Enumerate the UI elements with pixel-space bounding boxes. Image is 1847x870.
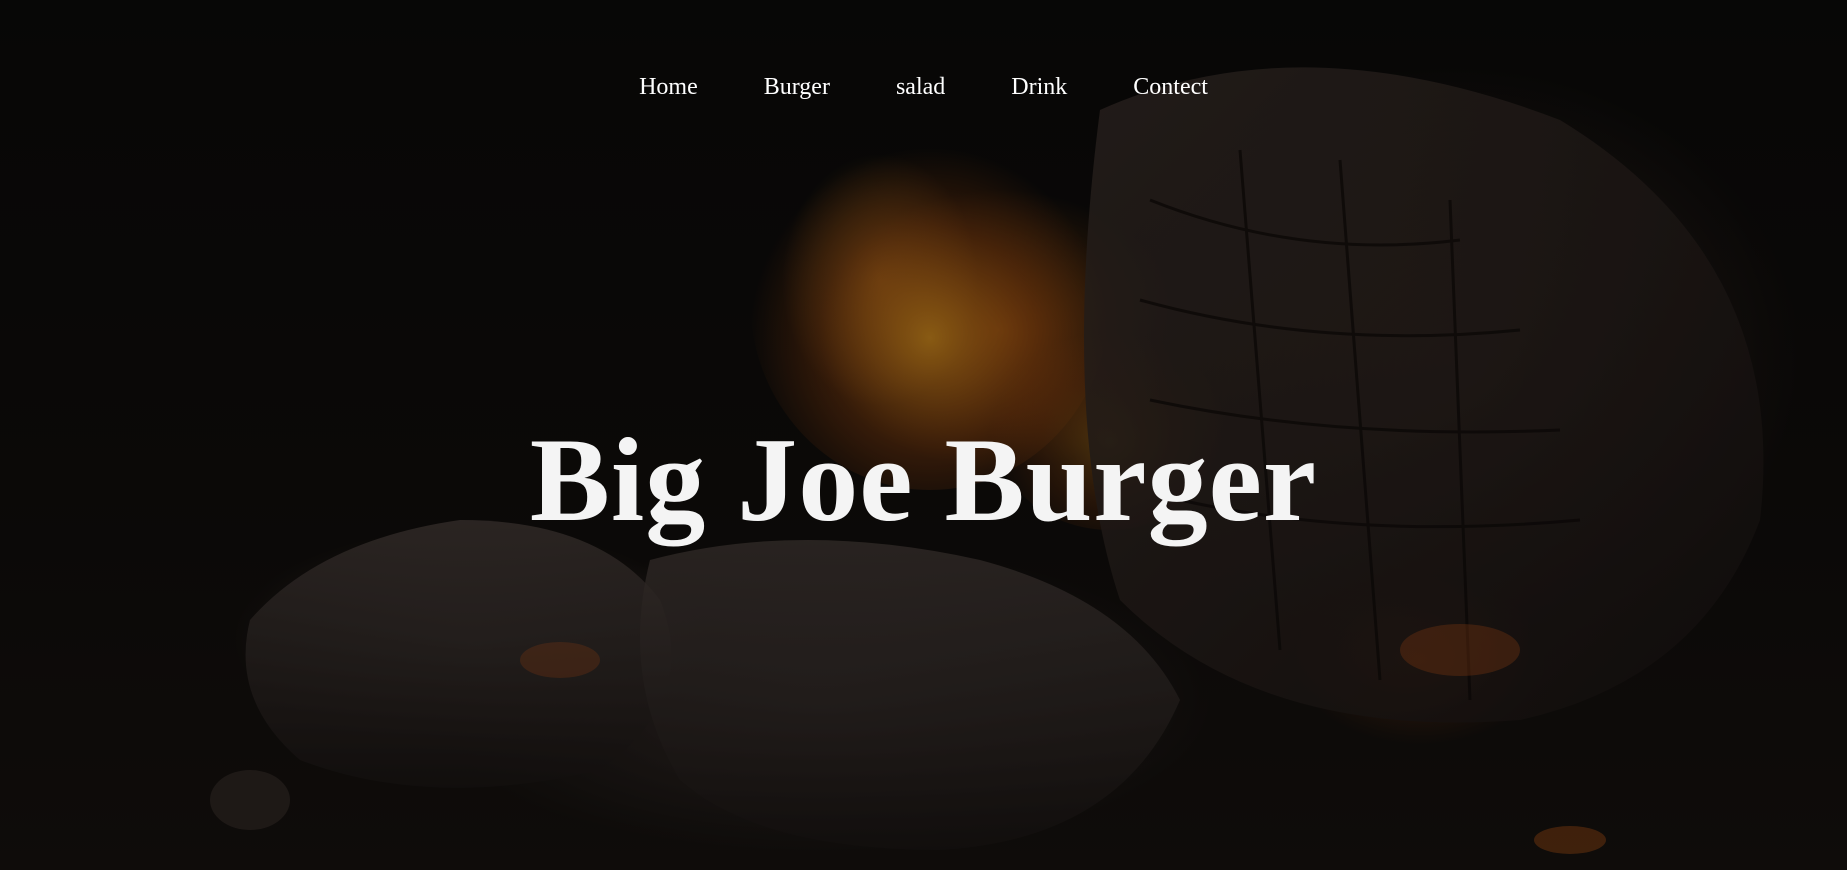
main-nav: Home Burger salad Drink Contect	[0, 74, 1847, 101]
hero-title: Big Joe Burger	[529, 413, 1318, 546]
nav-link-home[interactable]: Home	[639, 74, 698, 101]
hero-section: Home Burger salad Drink Contect Big Joe …	[0, 0, 1847, 870]
nav-link-drink[interactable]: Drink	[1011, 74, 1067, 101]
nav-link-salad[interactable]: salad	[896, 74, 945, 101]
nav-link-contact[interactable]: Contect	[1133, 74, 1208, 101]
nav-link-burger[interactable]: Burger	[764, 74, 830, 101]
